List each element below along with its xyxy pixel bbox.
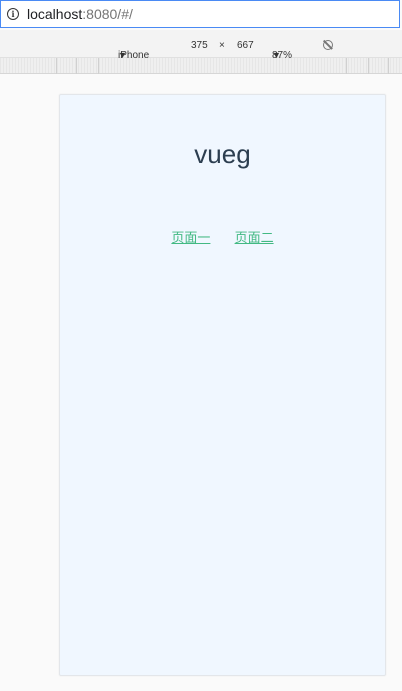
ruler-divider	[98, 58, 99, 74]
dimension-separator: ×	[219, 40, 225, 51]
ruler-divider	[76, 58, 77, 74]
url-host: localhost	[27, 6, 83, 22]
ruler-divider	[368, 58, 369, 74]
url-path: :8080/#/	[82, 6, 133, 22]
address-bar[interactable]: i localhost:8080/#/	[0, 0, 400, 28]
nav-link-page-one[interactable]: 页面一	[171, 231, 210, 246]
info-icon[interactable]: i	[7, 8, 19, 20]
url-text[interactable]: localhost:8080/#/	[27, 6, 133, 22]
device-toolbar: iPhone 6 ▼ 375 × 667 87% ▼	[0, 30, 402, 72]
ruler-divider	[346, 58, 347, 74]
media-query-ruler[interactable]	[0, 58, 402, 74]
nav-link-page-two[interactable]: 页面二	[235, 231, 274, 246]
device-viewport: vueg 页面一 页面二	[59, 94, 386, 676]
rotate-icon[interactable]	[323, 40, 333, 50]
device-width[interactable]: 375	[191, 40, 208, 51]
nav-links: 页面一 页面二	[60, 227, 385, 246]
device-height[interactable]: 667	[237, 40, 254, 51]
ruler-divider	[388, 58, 389, 74]
ruler-divider	[56, 58, 57, 74]
app-title: vueg	[194, 139, 251, 169]
